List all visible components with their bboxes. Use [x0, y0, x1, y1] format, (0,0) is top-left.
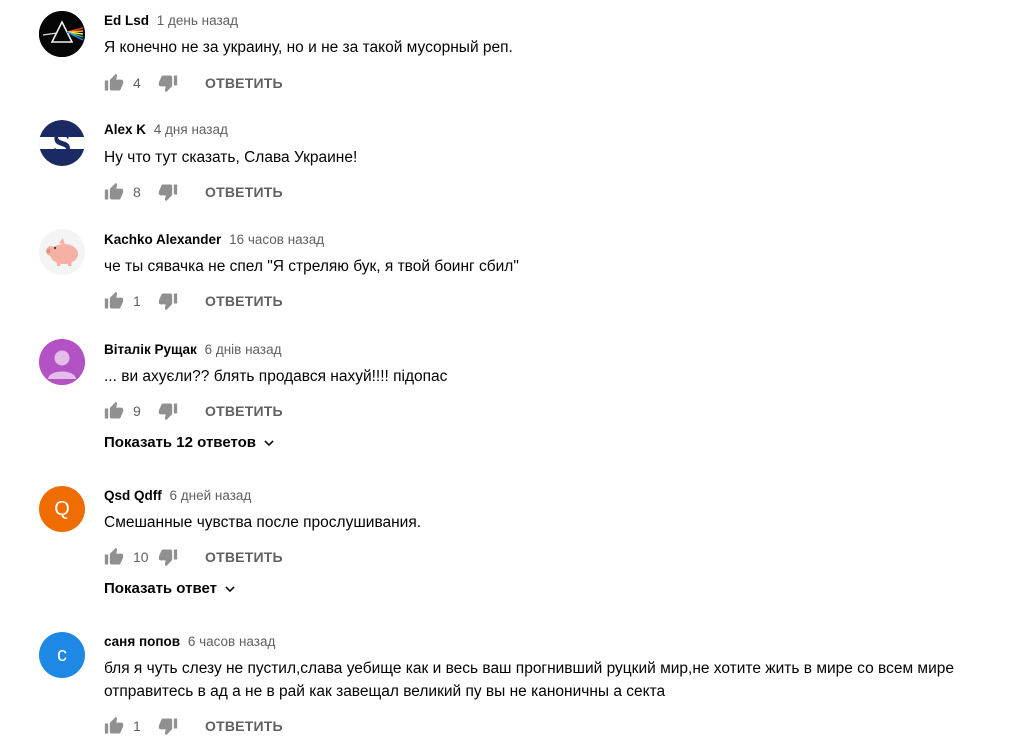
pink-piggy-image	[39, 229, 85, 275]
comment-header: саня попов 6 часов назад	[104, 633, 275, 651]
author-name[interactable]: саня попов	[104, 634, 180, 649]
comment-header: Qsd Qdff 6 дней назад	[104, 487, 251, 505]
prism-triangle-image	[39, 11, 85, 57]
avatar[interactable]: Q	[39, 486, 85, 532]
avatar-letter: Q	[54, 497, 70, 520]
reply-button[interactable]: ОТВЕТИТЬ	[205, 549, 283, 565]
show-replies-button[interactable]: Показать 12 ответов	[104, 434, 276, 451]
comment-time[interactable]: 4 дня назад	[154, 122, 228, 137]
author-name[interactable]: Alex K	[104, 122, 146, 137]
chevron-down-icon	[262, 436, 276, 450]
comment-actions: 1 ОТВЕТИТЬ	[104, 714, 283, 738]
comment-time[interactable]: 6 дней назад	[170, 488, 252, 503]
comment-text: Я конечно не за украину, но и не за тако…	[104, 39, 513, 56]
reply-button[interactable]: ОТВЕТИТЬ	[205, 718, 283, 734]
author-name[interactable]: Віталік Рущак	[104, 342, 197, 357]
avatar[interactable]	[39, 229, 85, 275]
thumb-down-icon[interactable]	[158, 182, 178, 202]
show-replies-button[interactable]: Показать ответ	[104, 580, 237, 597]
show-replies-label: Показать ответ	[104, 580, 217, 597]
avatar[interactable]: с	[39, 632, 85, 678]
author-name[interactable]: Qsd Qdff	[104, 488, 162, 503]
comment-time[interactable]: 1 день назад	[157, 13, 238, 28]
comment-text: бля я чуть слезу не пустил,слава уебище …	[104, 660, 954, 700]
thumb-up-icon[interactable]	[104, 291, 124, 311]
comment-actions: 10 ОТВЕТИТЬ	[104, 545, 283, 569]
svg-text:S: S	[53, 126, 72, 163]
comment-header: Kachko Alexander 16 часов назад	[104, 231, 324, 249]
reply-button[interactable]: ОТВЕТИТЬ	[205, 184, 283, 200]
avatar[interactable]	[39, 11, 85, 57]
like-count: 9	[133, 403, 141, 419]
reply-button[interactable]: ОТВЕТИТЬ	[205, 293, 283, 309]
avatar[interactable]: S	[39, 120, 85, 166]
comment-text: Смешанные чувства после прослушивания.	[104, 514, 422, 531]
like-count: 1	[133, 293, 141, 309]
like-count: 10	[133, 549, 149, 565]
thumb-up-icon[interactable]	[104, 716, 124, 736]
comment-time[interactable]: 16 часов назад	[229, 232, 324, 247]
thumb-up-icon[interactable]	[104, 547, 124, 567]
like-count: 1	[133, 718, 141, 734]
thumb-down-icon[interactable]	[158, 73, 178, 93]
thumb-down-icon[interactable]	[158, 716, 178, 736]
comment-actions: 9 ОТВЕТИТЬ	[104, 399, 283, 423]
thumb-down-icon[interactable]	[158, 547, 178, 567]
thumb-down-icon[interactable]	[158, 291, 178, 311]
comment-time[interactable]: 6 днів назад	[205, 342, 282, 357]
comment-text: ... ви ахуєли?? блять продався нахуй!!!!…	[104, 368, 448, 385]
comment-text: Ну что тут сказать, Слава Украине!	[104, 149, 358, 166]
comment-actions: 8 ОТВЕТИТЬ	[104, 180, 283, 204]
author-name[interactable]: Ed Lsd	[104, 13, 149, 28]
comment-header: Віталік Рущак 6 днів назад	[104, 341, 281, 359]
chevron-down-icon	[223, 582, 237, 596]
avatar[interactable]	[39, 339, 85, 385]
thumb-up-icon[interactable]	[104, 73, 124, 93]
comment-actions: 1 ОТВЕТИТЬ	[104, 289, 283, 313]
comment-time[interactable]: 6 часов назад	[188, 634, 276, 649]
like-count: 8	[133, 184, 141, 200]
thumb-down-icon[interactable]	[158, 401, 178, 421]
thumb-up-icon[interactable]	[104, 182, 124, 202]
letter-s-logo-image: S	[39, 120, 85, 166]
reply-button[interactable]: ОТВЕТИТЬ	[205, 75, 283, 91]
avatar-letter: с	[57, 643, 67, 666]
comment-actions: 4 ОТВЕТИТЬ	[104, 71, 283, 95]
reply-button[interactable]: ОТВЕТИТЬ	[205, 403, 283, 419]
thumb-up-icon[interactable]	[104, 401, 124, 421]
author-name[interactable]: Kachko Alexander	[104, 232, 221, 247]
like-count: 4	[133, 75, 141, 91]
comment-text: че ты сявачка не спел "Я стреляю бук, я …	[104, 258, 519, 275]
comment-header: Ed Lsd 1 день назад	[104, 12, 238, 30]
comment-header: Alex K 4 дня назад	[104, 121, 228, 139]
show-replies-label: Показать 12 ответов	[104, 434, 256, 451]
default-user-icon	[39, 339, 85, 385]
